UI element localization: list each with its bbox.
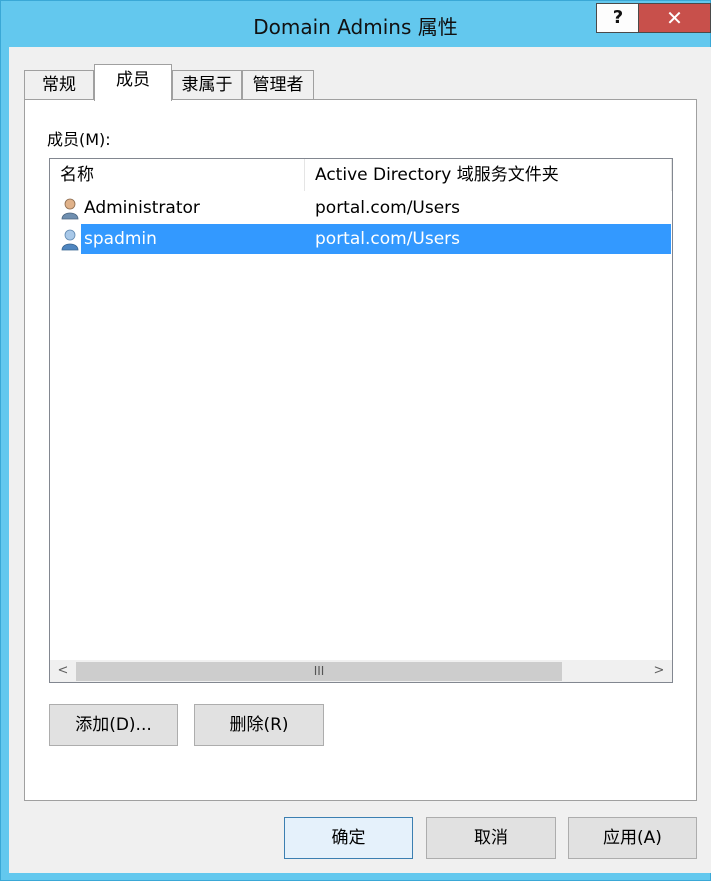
list-item[interactable]: Administrator portal.com/Users — [50, 193, 672, 223]
remove-button[interactable]: 删除(R) — [194, 704, 324, 746]
members-panel: 成员(M): 名称 Active Directory 域服务文件夹 Admini… — [24, 99, 697, 801]
horizontal-scrollbar[interactable]: < III > — [50, 660, 672, 682]
cancel-button[interactable]: 取消 — [426, 817, 556, 859]
help-button[interactable]: ? — [596, 3, 640, 33]
scroll-grip-icon: III — [313, 664, 325, 678]
members-label: 成员(M): — [47, 130, 111, 149]
member-name: Administrator — [84, 198, 200, 218]
member-name: spadmin — [84, 229, 157, 249]
tab-managed-by[interactable]: 管理者 — [242, 70, 314, 100]
scroll-left-arrow-icon[interactable]: < — [52, 660, 74, 682]
properties-window: Domain Admins 属性 ? ✕ 常规 成员 隶属于 管理者 成员(M)… — [0, 0, 711, 881]
column-header-folder[interactable]: Active Directory 域服务文件夹 — [305, 159, 672, 191]
ok-button[interactable]: 确定 — [284, 817, 413, 859]
tab-member-of[interactable]: 隶属于 — [172, 70, 242, 100]
tab-members[interactable]: 成员 — [94, 64, 172, 101]
column-header-name[interactable]: 名称 — [50, 159, 305, 191]
scroll-thumb[interactable]: III — [76, 662, 562, 681]
user-icon — [61, 198, 79, 220]
add-button[interactable]: 添加(D)... — [49, 704, 178, 746]
members-list[interactable]: 名称 Active Directory 域服务文件夹 Administrator… — [49, 158, 673, 683]
title-bar[interactable]: Domain Admins 属性 ? ✕ — [1, 1, 711, 47]
tab-general[interactable]: 常规 — [24, 70, 94, 100]
list-item[interactable]: spadmin portal.com/Users — [50, 224, 672, 254]
dialog-client: 常规 成员 隶属于 管理者 成员(M): 名称 Active Directory… — [9, 47, 711, 873]
member-folder: portal.com/Users — [315, 229, 461, 249]
member-folder: portal.com/Users — [315, 198, 461, 218]
scroll-right-arrow-icon[interactable]: > — [648, 660, 670, 682]
close-button[interactable]: ✕ — [638, 3, 711, 33]
apply-button[interactable]: 应用(A) — [568, 817, 697, 859]
user-icon — [61, 229, 79, 251]
